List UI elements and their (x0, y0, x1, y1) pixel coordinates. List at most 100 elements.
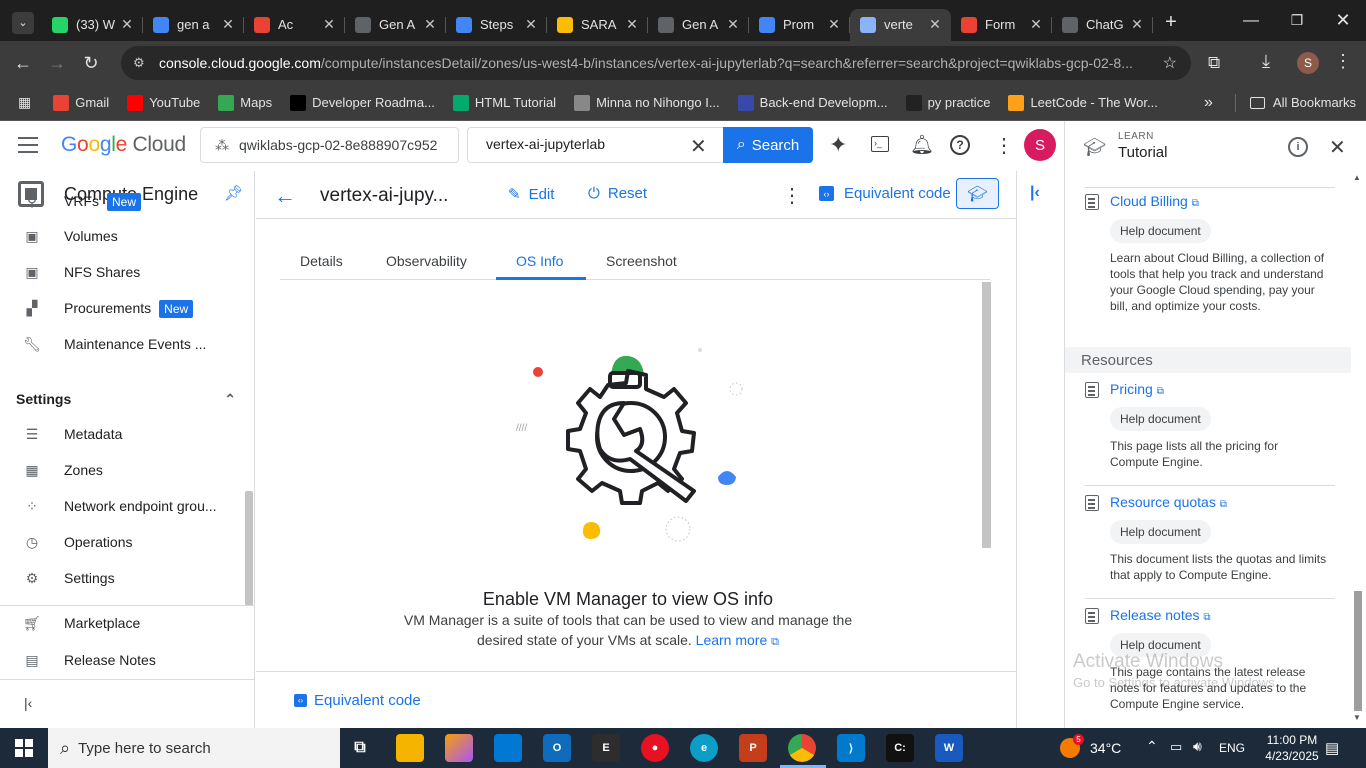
cmd-icon[interactable]: C: (886, 734, 914, 762)
copilot-icon[interactable] (445, 734, 473, 762)
close-tab-icon[interactable]: ✕ (420, 16, 440, 33)
restore-button[interactable]: ❐ (1274, 12, 1320, 29)
star-icon[interactable]: ☆ (1163, 53, 1177, 73)
close-tab-icon[interactable]: ✕ (218, 16, 238, 33)
google-cloud-logo[interactable]: Google Cloud (61, 133, 186, 157)
bookmark-item[interactable]: LeetCode - The Wor... (1008, 94, 1158, 111)
search-button[interactable]: ⌕ Search (723, 127, 813, 163)
close-tab-icon[interactable]: ✕ (521, 16, 541, 33)
sidebar-scrollbar[interactable] (245, 491, 253, 606)
sidebar-item-marketplace[interactable]: 🛒︎ Marketplace (0, 605, 245, 641)
resource-link-cloud-billing[interactable]: Cloud Billing ⧉ (1110, 193, 1199, 209)
forward-button[interactable]: → (40, 46, 74, 80)
settings-section-header[interactable]: Settings ⌃ (16, 391, 236, 408)
browser-tab[interactable]: (33) W ✕ (42, 9, 143, 41)
bookmark-item[interactable]: YouTube (127, 94, 200, 111)
outlook-icon[interactable]: O (543, 734, 571, 762)
collapse-panel-icon[interactable]: |‹ (1030, 184, 1040, 202)
store-icon[interactable] (494, 734, 522, 762)
browser-tab[interactable]: Gen A ✕ (648, 9, 749, 41)
user-avatar[interactable]: S (1024, 129, 1056, 161)
tutorial-scrollbar[interactable] (1354, 591, 1362, 711)
extensions-icon[interactable]: ⧉ (1208, 53, 1220, 73)
tab-os-info[interactable]: OS Info (516, 253, 563, 269)
close-tab-icon[interactable]: ✕ (622, 16, 642, 33)
close-tab-icon[interactable]: ✕ (925, 16, 945, 33)
tab-search-button[interactable]: ⌄ (4, 7, 42, 39)
close-tab-icon[interactable]: ✕ (319, 16, 339, 33)
sidebar-item-maintenance-events[interactable]: 🔧︎ Maintenance Events ... (0, 326, 245, 362)
sidebar-item-volumes[interactable]: ▣ Volumes (0, 218, 245, 254)
action-center-icon[interactable]: ▤ (1325, 739, 1339, 757)
resource-link-release-notes[interactable]: Release notes ⧉ (1110, 607, 1211, 623)
start-button[interactable] (0, 728, 48, 768)
sidebar-item-nfs-shares[interactable]: ▣ NFS Shares (0, 254, 245, 290)
browser-tab[interactable]: gen a ✕ (143, 9, 244, 41)
sidebar-item-metadata[interactable]: ☰ Metadata (0, 416, 245, 452)
notifications-icon[interactable]: 🔔︎ (910, 133, 934, 157)
scroll-down-arrow[interactable]: ▼ (1353, 713, 1361, 722)
clear-search-icon[interactable]: ✕ (690, 134, 707, 159)
minimize-button[interactable]: — (1228, 12, 1274, 30)
browser-tab[interactable]: ChatG ✕ (1052, 9, 1153, 41)
sidebar-item-zones[interactable]: ▦ Zones (0, 452, 245, 488)
footer-equivalent-code-button[interactable]: ‹› Equivalent code (294, 692, 421, 709)
browser-tab[interactable]: Gen A ✕ (345, 9, 446, 41)
profile-avatar[interactable]: S (1297, 52, 1319, 74)
close-tab-icon[interactable]: ✕ (723, 16, 743, 33)
address-bar[interactable]: ⚙ console.cloud.google.com/compute/insta… (121, 46, 1191, 80)
bookmark-item[interactable]: Back-end Developm... (737, 94, 888, 111)
more-actions-icon[interactable]: ⋮ (782, 183, 802, 208)
browser-tab[interactable]: Prom ✕ (749, 9, 850, 41)
bookmark-item[interactable]: HTML Tutorial (452, 94, 556, 111)
learn-toggle-button[interactable]: 🎓︎ (956, 178, 999, 209)
collapse-sidebar-icon[interactable]: |‹ (24, 695, 32, 711)
help-icon[interactable]: ? (950, 135, 970, 155)
terminal-app-icon[interactable]: E (592, 734, 620, 762)
tray-chevron-icon[interactable]: ⌃ (1146, 738, 1158, 755)
bookmark-item[interactable]: Gmail (53, 94, 109, 111)
clock[interactable]: 11:00 PM 4/23/2025 (1262, 732, 1322, 764)
site-info-icon[interactable]: ⚙ (133, 55, 153, 71)
vscode-icon[interactable]: ⟩ (837, 734, 865, 762)
browser-tab[interactable]: Form ✕ (951, 9, 1052, 41)
browser-tab[interactable]: Steps ✕ (446, 9, 547, 41)
gemini-icon[interactable]: ✦ (829, 132, 847, 158)
main-menu-icon[interactable] (18, 137, 38, 153)
sidebar-item-settings[interactable]: ⚙ Settings (0, 560, 245, 596)
volume-icon[interactable]: 🔊︎ (1193, 738, 1202, 755)
close-tab-icon[interactable]: ✕ (1026, 16, 1046, 33)
resource-link-quotas[interactable]: Resource quotas ⧉ (1110, 494, 1227, 510)
file-explorer-icon[interactable] (396, 734, 424, 762)
sidebar-item-procurements[interactable]: ▞ Procurements New (0, 290, 245, 326)
resource-link-pricing[interactable]: Pricing ⧉ (1110, 381, 1164, 397)
project-picker[interactable]: ⁂ qwiklabs-gcp-02-8e888907c952 (200, 127, 459, 163)
new-tab-button[interactable]: + (1157, 9, 1185, 37)
word-icon[interactable]: W (935, 734, 963, 762)
sidebar-item-operations[interactable]: ◷ Operations (0, 524, 245, 560)
bookmark-item[interactable]: Minna no Nihongo I... (574, 94, 720, 111)
sidebar-item-vrfs[interactable]: ⚲ VRFs New (0, 183, 245, 219)
reset-button[interactable]: ⏻ Reset (588, 185, 647, 202)
more-menu-icon[interactable]: ⋮ (1334, 51, 1352, 72)
browser-tab[interactable]: SARA ✕ (547, 9, 648, 41)
language-indicator[interactable]: ENG (1219, 741, 1245, 755)
close-tab-icon[interactable]: ✕ (824, 16, 844, 33)
back-button[interactable]: ← (6, 46, 40, 80)
download-icon[interactable]: ⤓ (1262, 51, 1270, 72)
taskbar-search[interactable]: ⌕ Type here to search (48, 728, 340, 768)
task-view-icon[interactable]: ⧉ (346, 734, 374, 762)
edge-icon[interactable]: e (690, 734, 718, 762)
edit-button[interactable]: ✎ Edit (508, 185, 554, 204)
powerpoint-icon[interactable]: P (739, 734, 767, 762)
weather-widget[interactable]: 5 34°C (1060, 734, 1121, 758)
apps-icon[interactable]: ▦ (18, 94, 31, 111)
search-box[interactable]: ✕ ⌕ Search (467, 127, 813, 163)
content-scrollbar[interactable] (982, 282, 991, 548)
close-tab-icon[interactable]: ✕ (1127, 16, 1147, 33)
browser-tab[interactable]: verte ✕ (850, 8, 951, 41)
bookmark-item[interactable]: py practice (905, 94, 990, 111)
settings-menu-icon[interactable]: ⋮ (994, 133, 1014, 158)
close-tab-icon[interactable]: ✕ (117, 16, 137, 33)
tab-observability[interactable]: Observability (386, 253, 467, 269)
